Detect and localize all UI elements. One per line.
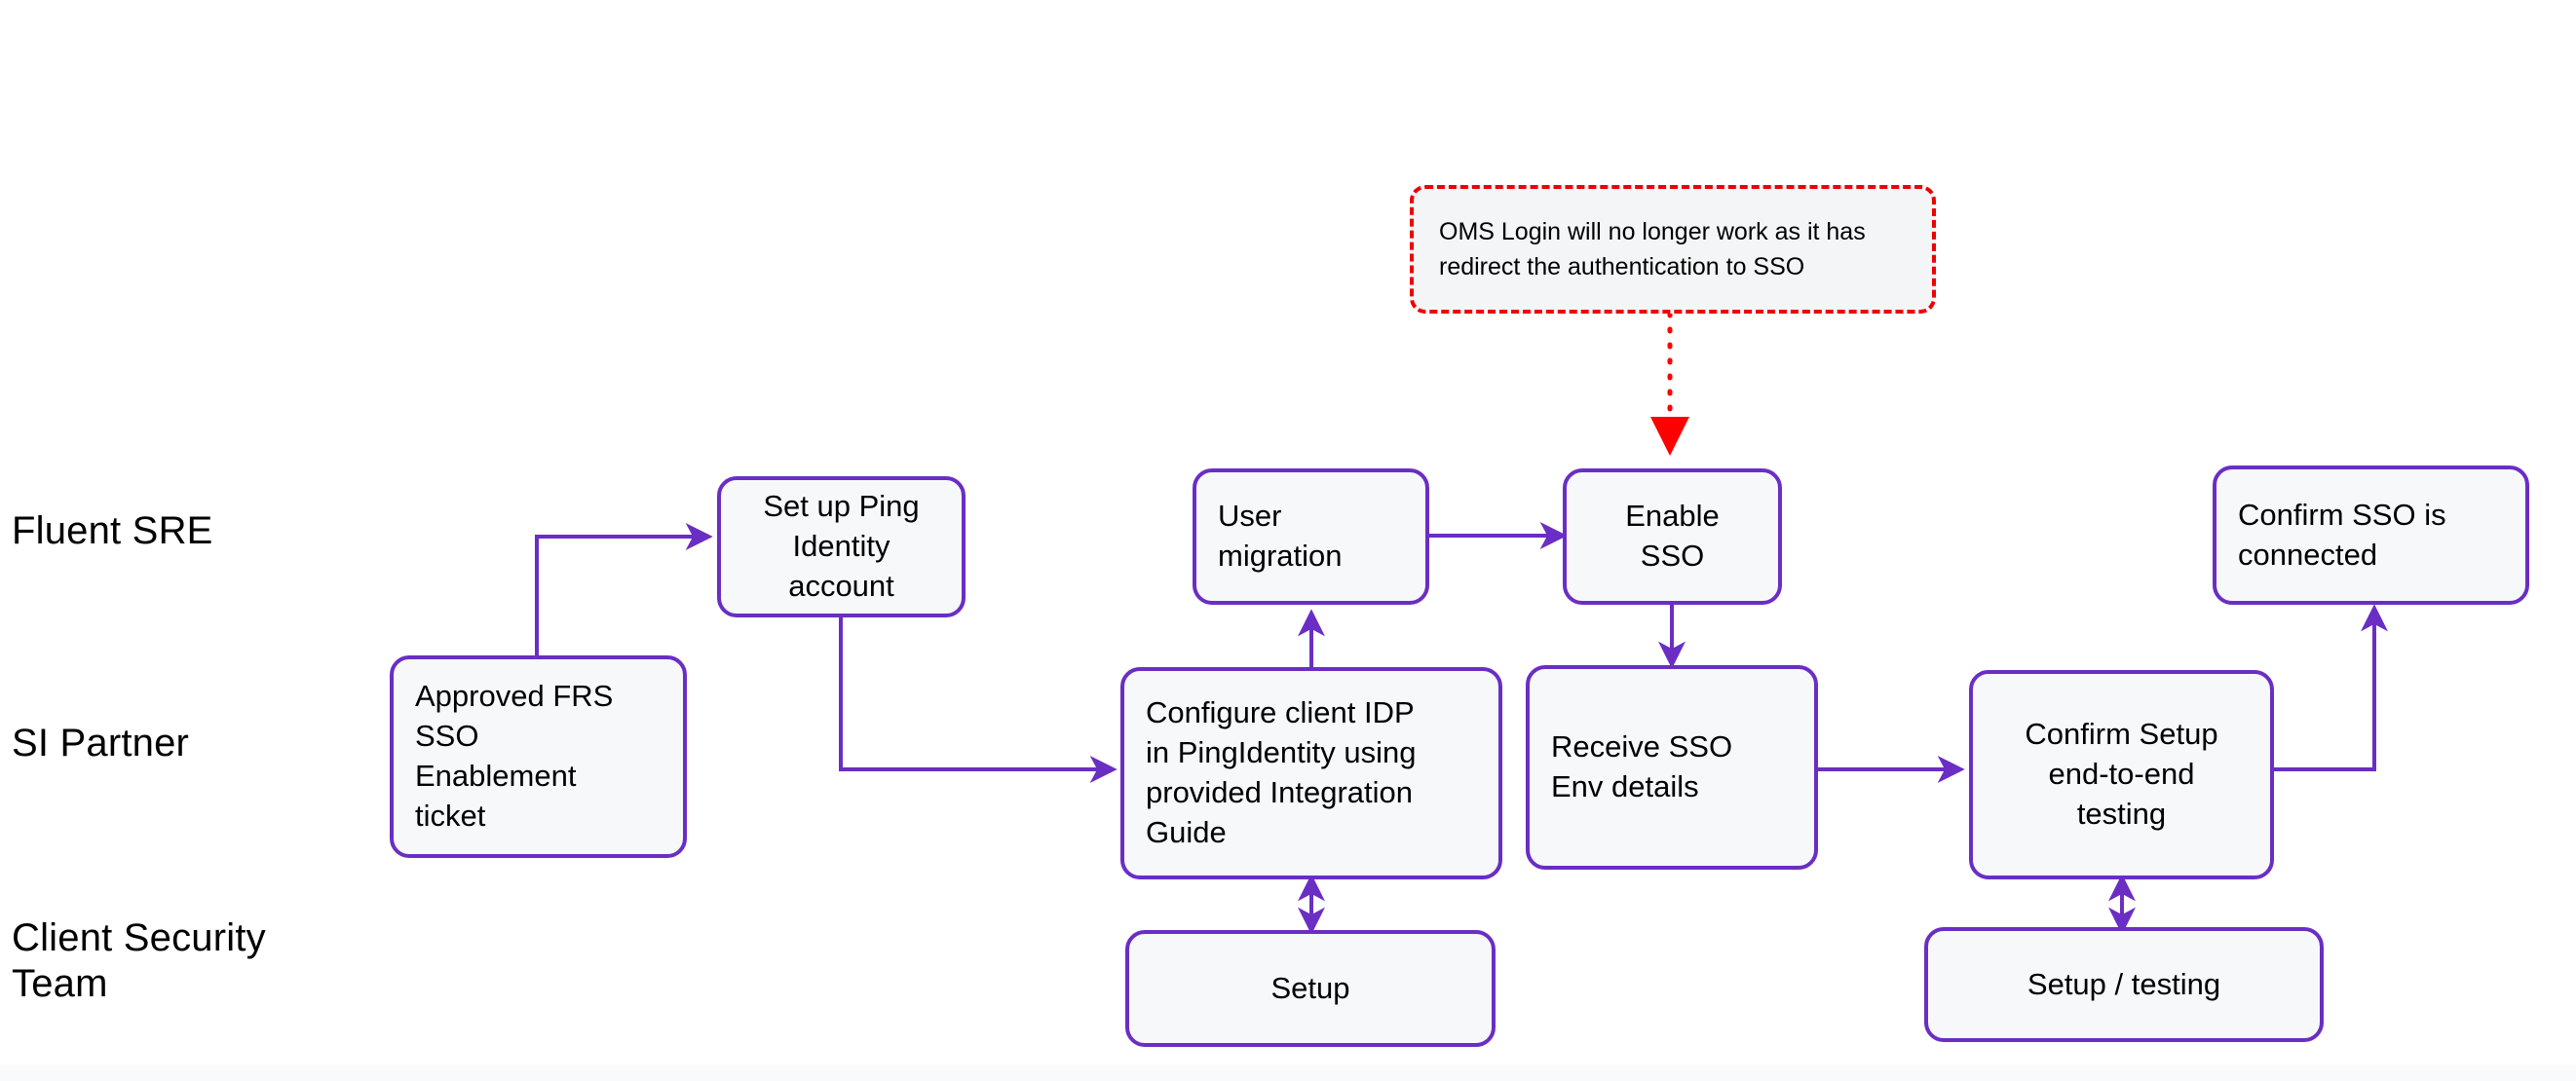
bottom-edge-strip — [0, 1064, 2576, 1081]
node-confirm-setup-end-to-end-testing[interactable]: Confirm Setup end-to-end testing — [1969, 670, 2274, 879]
lane-label-client-security-team: Client Security Team — [12, 916, 266, 1006]
edge-approved-frs-to-set-up-ping — [535, 523, 713, 655]
node-receive-sso-env-details[interactable]: Receive SSO Env details — [1526, 665, 1818, 870]
node-user-migration[interactable]: User migration — [1193, 468, 1429, 605]
node-confirm-sso-is-connected[interactable]: Confirm SSO is connected — [2213, 466, 2529, 605]
lane-label-si-partner: SI Partner — [12, 722, 190, 764]
node-setup[interactable]: Setup — [1125, 930, 1496, 1047]
edge-confirm-setup-to-confirm-sso — [2274, 604, 2388, 771]
node-approved-frs-ticket[interactable]: Approved FRS SSO Enablement ticket — [390, 655, 687, 858]
node-configure-client-idp[interactable]: Configure client IDP in PingIdentity usi… — [1120, 667, 1502, 879]
lane-label-fluent-sre: Fluent SRE — [12, 509, 213, 552]
note-oms-login-warning[interactable]: OMS Login will no longer work as it has … — [1410, 185, 1936, 314]
edge-set-up-ping-to-configure-idp — [839, 617, 1118, 783]
node-enable-sso[interactable]: Enable SSO — [1563, 468, 1782, 605]
node-setup-testing[interactable]: Setup / testing — [1924, 927, 2324, 1042]
diagram-canvas: Fluent SRE SI Partner Client Security Te… — [0, 0, 2576, 1081]
node-set-up-ping-identity-account[interactable]: Set up Ping Identity account — [717, 476, 966, 617]
